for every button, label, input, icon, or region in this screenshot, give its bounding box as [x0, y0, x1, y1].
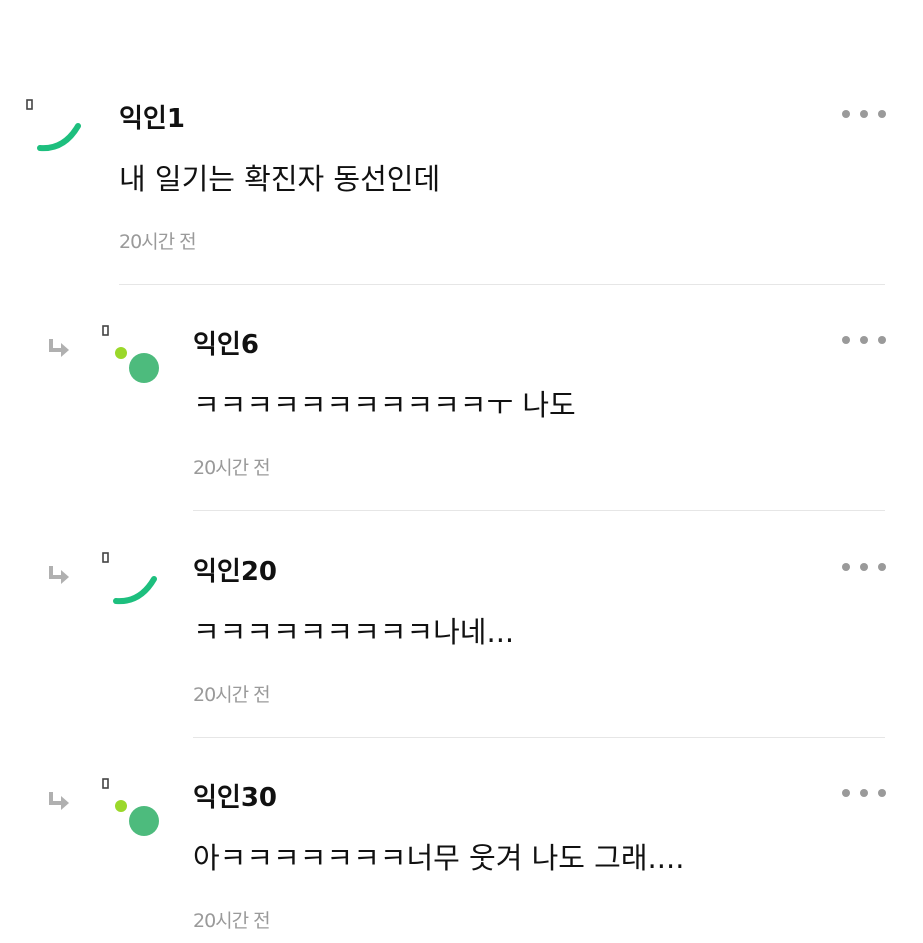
comment-item: 익인1 내 일기는 확진자 동선인데 20시간 전 — [0, 90, 923, 290]
comment-text: 아ㅋㅋㅋㅋㅋㅋㅋ너무 웃겨 나도 그래.... — [193, 841, 685, 875]
more-dots-icon — [842, 336, 850, 344]
more-dots-icon — [842, 110, 850, 118]
comment-time: 20시간 전 — [193, 684, 271, 706]
reply-arrow-icon — [49, 566, 69, 584]
more-dot — [878, 110, 886, 118]
comment-text: ㅋㅋㅋㅋㅋㅋㅋㅋㅋㅋㅋㅜ 나도 — [193, 388, 576, 422]
comment-divider — [193, 510, 885, 511]
comment-text: 내 일기는 확진자 동선인데 — [119, 162, 441, 196]
comment-author[interactable]: 익인6 — [193, 324, 259, 361]
comment-item: 익인30 아ㅋㅋㅋㅋㅋㅋㅋ너무 웃겨 나도 그래.... 20시간 전 — [0, 769, 923, 943]
comment-time: 20시간 전 — [119, 231, 197, 253]
avatar-icon[interactable] — [24, 98, 84, 158]
comment-time: 20시간 전 — [193, 910, 271, 932]
more-options-button[interactable] — [842, 557, 886, 577]
avatar-icon[interactable] — [100, 324, 160, 384]
more-dot — [878, 563, 886, 571]
more-options-button[interactable] — [842, 783, 886, 803]
more-options-button[interactable] — [842, 330, 886, 350]
more-options-button[interactable] — [842, 104, 886, 124]
avatar-icon[interactable] — [100, 777, 160, 837]
comment-divider — [193, 737, 885, 738]
comment-time: 20시간 전 — [193, 457, 271, 479]
comment-author[interactable]: 익인20 — [193, 551, 277, 588]
comment-divider — [119, 284, 885, 285]
more-dot — [860, 336, 868, 344]
more-dot — [878, 336, 886, 344]
more-dot — [860, 789, 868, 797]
comment-author[interactable]: 익인30 — [193, 777, 277, 814]
more-dot — [860, 110, 868, 118]
comment-item: 익인20 ㅋㅋㅋㅋㅋㅋㅋㅋㅋ나네... 20시간 전 — [0, 543, 923, 743]
more-dot — [878, 789, 886, 797]
more-dots-icon — [842, 789, 850, 797]
more-dots-icon — [842, 563, 850, 571]
reply-arrow-icon — [49, 792, 69, 810]
more-dot — [860, 563, 868, 571]
avatar-icon[interactable] — [100, 551, 160, 611]
comment-item: 익인6 ㅋㅋㅋㅋㅋㅋㅋㅋㅋㅋㅋㅜ 나도 20시간 전 — [0, 316, 923, 516]
comment-text: ㅋㅋㅋㅋㅋㅋㅋㅋㅋ나네... — [193, 615, 515, 649]
comment-author[interactable]: 익인1 — [119, 98, 185, 135]
reply-arrow-icon — [49, 339, 69, 357]
